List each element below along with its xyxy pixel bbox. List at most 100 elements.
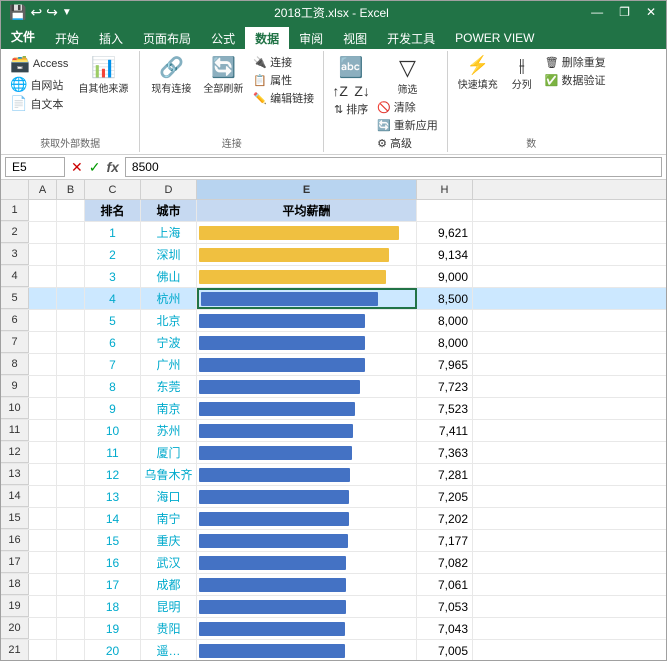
cell-b21[interactable]	[57, 640, 85, 660]
cell-c20[interactable]: 19	[85, 618, 141, 639]
cell-b13[interactable]	[57, 464, 85, 485]
cell-e13[interactable]	[197, 464, 417, 485]
cell-a1[interactable]	[29, 200, 57, 221]
cell-d19[interactable]: 昆明	[141, 596, 197, 617]
cell-a12[interactable]	[29, 442, 57, 463]
undo-icon[interactable]: ↩	[30, 4, 42, 21]
cell-b11[interactable]	[57, 420, 85, 441]
tab-start[interactable]: 开始	[45, 27, 89, 49]
cell-e6[interactable]	[197, 310, 417, 331]
cell-a11[interactable]	[29, 420, 57, 441]
cell-c18[interactable]: 17	[85, 574, 141, 595]
web-button[interactable]: 🌐 自网站	[7, 75, 71, 94]
cell-a20[interactable]	[29, 618, 57, 639]
cell-reference-input[interactable]	[5, 157, 65, 177]
cell-d12[interactable]: 厦门	[141, 442, 197, 463]
cell-d13[interactable]: 乌鲁木齐	[141, 464, 197, 485]
properties-button[interactable]: 📋 属性	[250, 71, 317, 89]
flash-fill-button[interactable]: ⚡ 快速填充	[454, 53, 502, 93]
cell-e7[interactable]	[197, 332, 417, 353]
cell-e1[interactable]: 平均薪酬	[197, 200, 417, 221]
filter-button[interactable]: ▽ 筛选	[374, 53, 441, 98]
cell-c3[interactable]: 2	[85, 244, 141, 265]
clear-button[interactable]: 🚫 清除	[374, 98, 441, 116]
tab-power-view[interactable]: POWER VIEW	[445, 27, 544, 49]
cell-e2[interactable]	[197, 222, 417, 243]
cell-c11[interactable]: 10	[85, 420, 141, 441]
cell-d17[interactable]: 武汉	[141, 552, 197, 573]
cell-c14[interactable]: 13	[85, 486, 141, 507]
tab-view[interactable]: 视图	[333, 27, 377, 49]
cell-b12[interactable]	[57, 442, 85, 463]
col-header-a[interactable]: A	[29, 180, 57, 199]
cell-c5[interactable]: 4	[85, 288, 141, 309]
cell-a9[interactable]	[29, 376, 57, 397]
cell-c2[interactable]: 1	[85, 222, 141, 243]
cell-e14[interactable]	[197, 486, 417, 507]
cell-e5[interactable]	[197, 288, 417, 309]
close-button[interactable]: ✕	[638, 1, 664, 23]
cell-c10[interactable]: 9	[85, 398, 141, 419]
minimize-button[interactable]: —	[583, 1, 611, 23]
split-column-button[interactable]: ⫲ 分列	[504, 53, 540, 93]
cell-b16[interactable]	[57, 530, 85, 551]
cell-e10[interactable]	[197, 398, 417, 419]
cell-e17[interactable]	[197, 552, 417, 573]
cell-a2[interactable]	[29, 222, 57, 243]
cell-c15[interactable]: 14	[85, 508, 141, 529]
tab-review[interactable]: 审阅	[289, 27, 333, 49]
cell-c4[interactable]: 3	[85, 266, 141, 287]
cell-c17[interactable]: 16	[85, 552, 141, 573]
cell-b19[interactable]	[57, 596, 85, 617]
insert-function-icon[interactable]: fx	[104, 159, 120, 176]
cell-d4[interactable]: 佛山	[141, 266, 197, 287]
tab-insert[interactable]: 插入	[89, 27, 133, 49]
cell-b14[interactable]	[57, 486, 85, 507]
cell-a14[interactable]	[29, 486, 57, 507]
cell-d1[interactable]: 城市	[141, 200, 197, 221]
cell-c13[interactable]: 12	[85, 464, 141, 485]
cell-e20[interactable]	[197, 618, 417, 639]
col-header-b[interactable]: B	[57, 180, 85, 199]
access-button[interactable]: 🗃️ Access	[7, 53, 71, 75]
cell-b4[interactable]	[57, 266, 85, 287]
cell-d18[interactable]: 成都	[141, 574, 197, 595]
tab-formula[interactable]: 公式	[201, 27, 245, 49]
advanced-button[interactable]: ⚙ 高级	[374, 134, 441, 152]
cell-c7[interactable]: 6	[85, 332, 141, 353]
cell-a3[interactable]	[29, 244, 57, 265]
cell-c16[interactable]: 15	[85, 530, 141, 551]
cell-b20[interactable]	[57, 618, 85, 639]
existing-connections-button[interactable]: 🔗 现有连接	[146, 53, 196, 97]
cancel-formula-icon[interactable]: ✕	[69, 159, 85, 176]
restore-button[interactable]: ❐	[611, 1, 638, 23]
cell-e15[interactable]	[197, 508, 417, 529]
cell-a16[interactable]	[29, 530, 57, 551]
sort-asc-button[interactable]: ↑Z	[330, 82, 350, 100]
cell-e11[interactable]	[197, 420, 417, 441]
cell-e8[interactable]	[197, 354, 417, 375]
save-icon[interactable]: 💾	[9, 4, 26, 21]
customize-icon[interactable]: ▼	[62, 7, 72, 18]
cell-e4[interactable]	[197, 266, 417, 287]
cell-b15[interactable]	[57, 508, 85, 529]
cell-b1[interactable]	[57, 200, 85, 221]
tab-developer[interactable]: 开发工具	[377, 27, 445, 49]
cell-d20[interactable]: 贵阳	[141, 618, 197, 639]
cell-d3[interactable]: 深圳	[141, 244, 197, 265]
col-header-e[interactable]: E	[197, 180, 417, 199]
cell-a6[interactable]	[29, 310, 57, 331]
cell-a17[interactable]	[29, 552, 57, 573]
cell-e18[interactable]	[197, 574, 417, 595]
cell-c21[interactable]: 20	[85, 640, 141, 660]
cell-d15[interactable]: 南宁	[141, 508, 197, 529]
data-validation-button[interactable]: ✅ 数据验证	[542, 71, 609, 89]
cell-b3[interactable]	[57, 244, 85, 265]
cell-b8[interactable]	[57, 354, 85, 375]
cell-a8[interactable]	[29, 354, 57, 375]
edit-links-button[interactable]: ✏️ 编辑链接	[250, 89, 317, 107]
cell-b9[interactable]	[57, 376, 85, 397]
tab-page-layout[interactable]: 页面布局	[133, 27, 201, 49]
cell-b5[interactable]	[57, 288, 85, 309]
cell-d5[interactable]: 杭州	[141, 288, 197, 309]
